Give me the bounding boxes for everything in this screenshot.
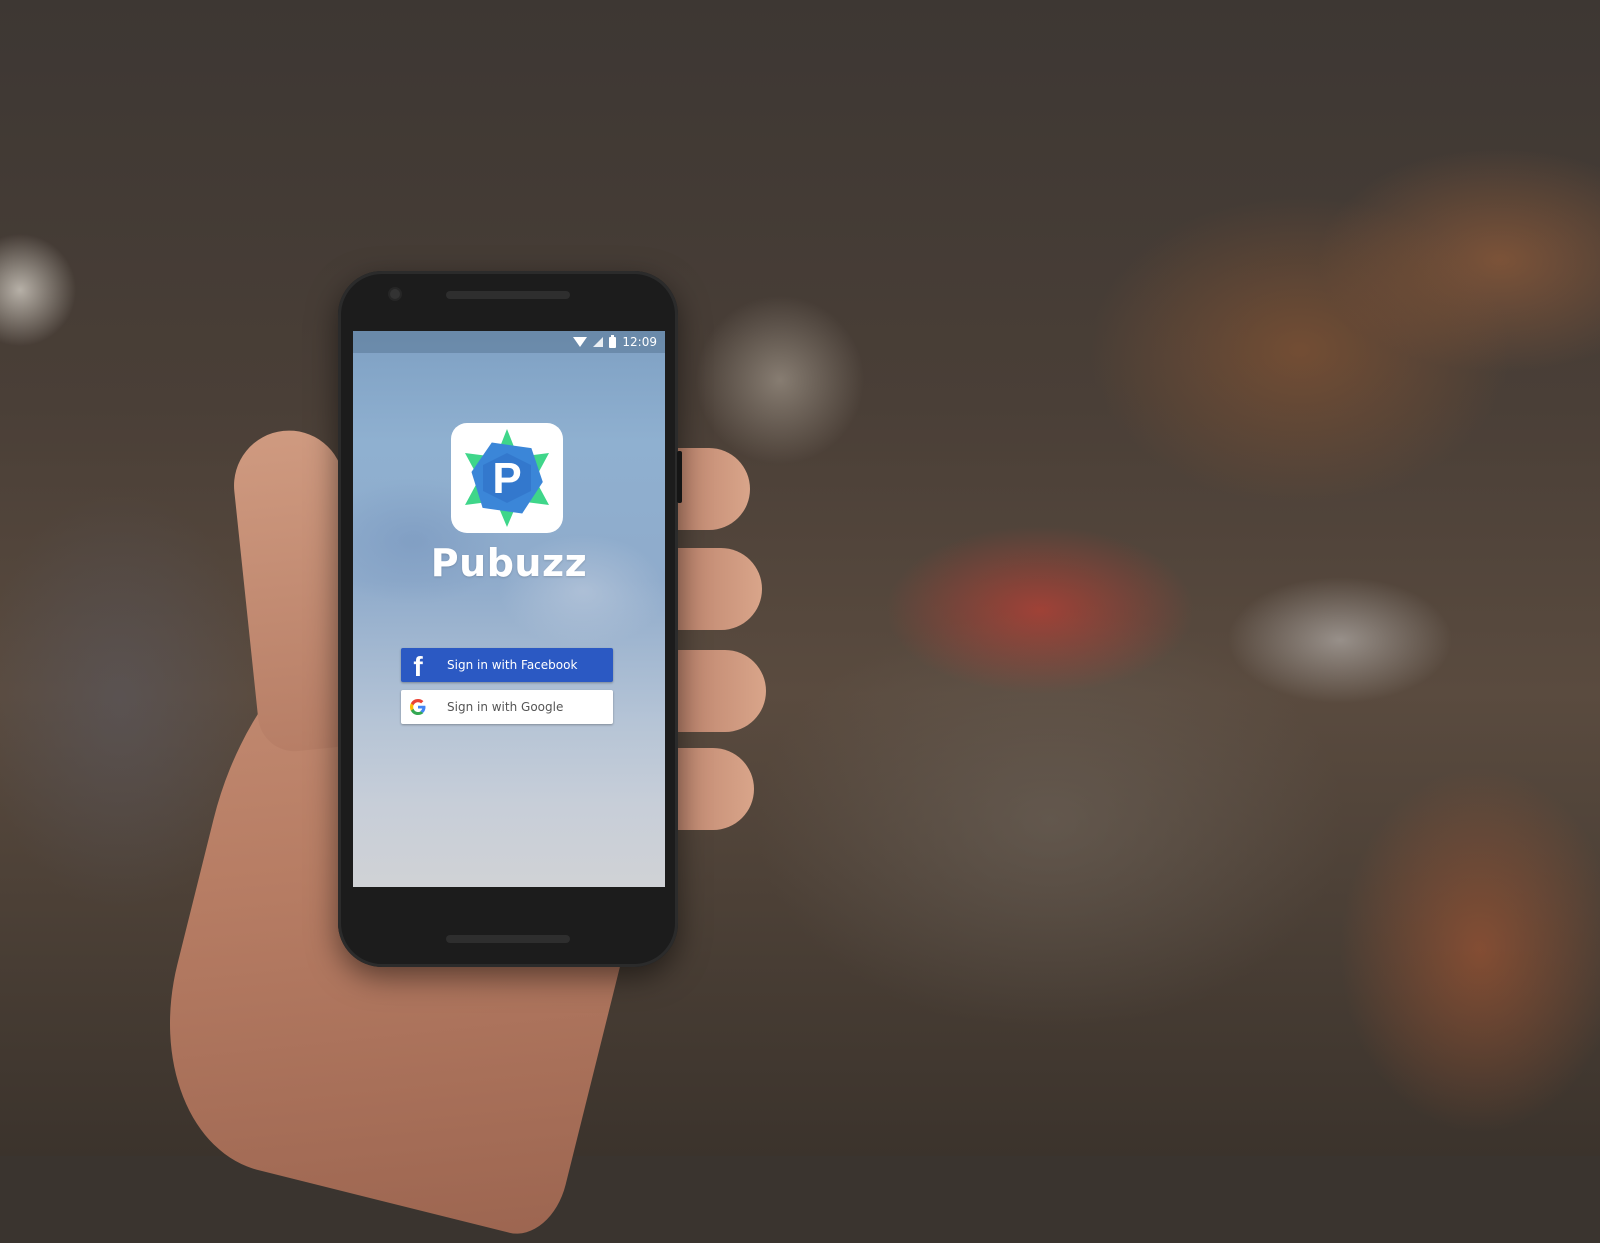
power-button xyxy=(677,451,682,503)
battery-icon xyxy=(609,334,617,348)
front-camera xyxy=(390,289,400,299)
status-time: 12:09 xyxy=(622,335,657,349)
signal-icon xyxy=(593,337,604,347)
wifi-icon xyxy=(573,337,588,347)
login-screen: 12:09 P Pubuzz f Sign in with Facebook S… xyxy=(353,331,665,887)
top-speaker xyxy=(446,291,570,299)
app-name: Pubuzz xyxy=(430,541,588,585)
facebook-sign-in-button[interactable]: f Sign in with Facebook xyxy=(401,648,613,682)
smartphone: 12:09 P Pubuzz f Sign in with Facebook S… xyxy=(338,271,682,967)
app-logo: P xyxy=(451,423,563,533)
facebook-button-label: Sign in with Facebook xyxy=(447,658,578,672)
facebook-icon: f xyxy=(413,651,423,682)
pubuzz-star-icon: P xyxy=(465,429,549,527)
google-button-label: Sign in with Google xyxy=(447,700,564,714)
bottom-speaker xyxy=(446,935,570,943)
google-icon xyxy=(401,690,435,724)
google-sign-in-button[interactable]: Sign in with Google xyxy=(401,690,613,724)
logo-letter: P xyxy=(492,454,521,503)
status-bar: 12:09 xyxy=(353,331,665,353)
